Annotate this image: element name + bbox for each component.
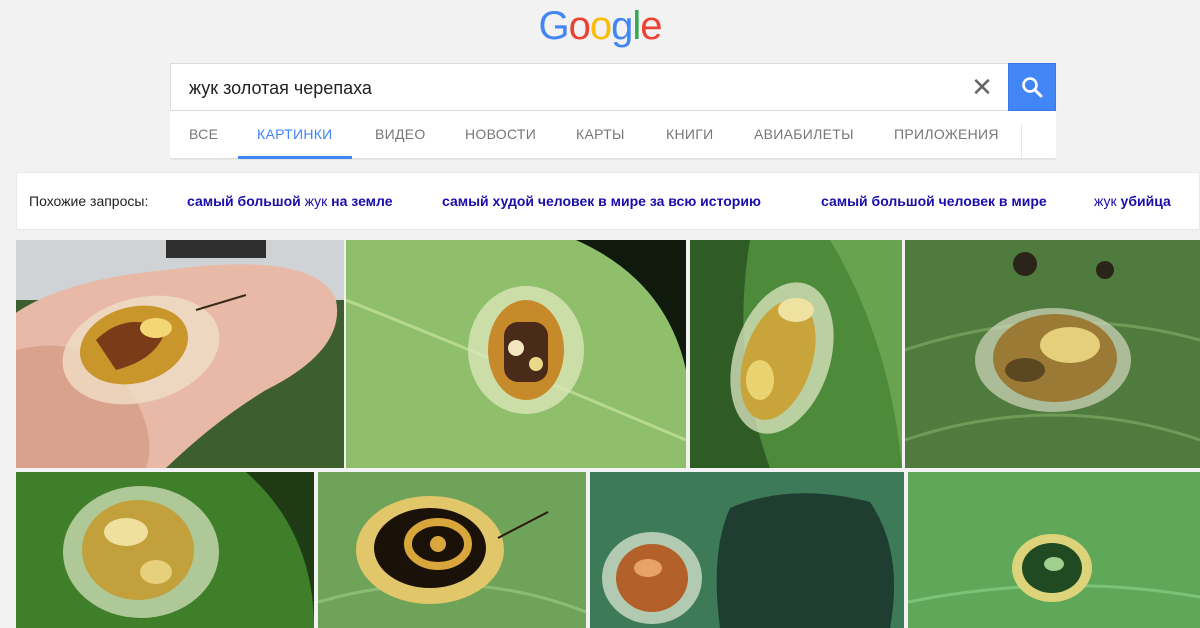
tab-images[interactable]: Картинки bbox=[238, 111, 351, 159]
google-logo[interactable]: Google bbox=[0, 4, 1200, 49]
related-search-link[interactable]: самый худой человек в мире за всю истори… bbox=[442, 193, 761, 209]
tab-apps[interactable]: Приложения bbox=[894, 111, 999, 159]
logo-letter: o bbox=[568, 4, 591, 48]
logo-letter: o bbox=[589, 4, 612, 48]
tab-flights[interactable]: Авиабилеты bbox=[754, 111, 854, 159]
logo-letter: G bbox=[538, 4, 569, 48]
beetle-image bbox=[690, 240, 902, 468]
logo-letter: g bbox=[611, 4, 633, 48]
beetle-image bbox=[590, 472, 904, 628]
tab-news[interactable]: Новости bbox=[465, 111, 536, 159]
related-part: жук bbox=[1094, 193, 1117, 209]
related-part: самый худой человек в мире за всю истори… bbox=[442, 193, 761, 209]
related-part: на земле bbox=[331, 193, 393, 209]
image-result[interactable] bbox=[16, 240, 344, 468]
beetle-image bbox=[346, 240, 686, 468]
image-result[interactable] bbox=[346, 240, 686, 468]
beetle-image bbox=[318, 472, 586, 628]
image-result[interactable] bbox=[905, 240, 1200, 468]
tabs-divider bbox=[1021, 125, 1022, 159]
tab-books[interactable]: Книги bbox=[666, 111, 713, 159]
tab-all[interactable]: Все bbox=[189, 111, 218, 159]
related-searches: Похожие запросы: самый большой жук на зе… bbox=[16, 172, 1200, 230]
related-part: жук bbox=[304, 193, 328, 209]
related-label: Похожие запросы: bbox=[29, 193, 149, 209]
beetle-image bbox=[16, 240, 344, 468]
related-search-link[interactable]: самый большой человек в мире bbox=[821, 193, 1047, 209]
logo-letter: l bbox=[632, 4, 641, 48]
search-input[interactable]: жук золотая черепаха ✕ bbox=[170, 63, 1008, 111]
search-button[interactable] bbox=[1008, 63, 1056, 111]
beetle-image bbox=[16, 472, 314, 628]
search-icon bbox=[1022, 77, 1043, 98]
tab-maps[interactable]: Карты bbox=[576, 111, 625, 159]
related-search-link[interactable]: самый большой жук на земле bbox=[187, 193, 393, 209]
related-part: самый большой человек в мире bbox=[821, 193, 1047, 209]
close-icon[interactable]: ✕ bbox=[968, 72, 996, 102]
image-result[interactable] bbox=[690, 240, 902, 468]
search-query[interactable]: жук золотая черепаха bbox=[189, 78, 372, 99]
logo-letter: e bbox=[640, 4, 662, 48]
related-search-link[interactable]: жук убийца bbox=[1094, 193, 1171, 209]
related-part: убийца bbox=[1120, 193, 1171, 209]
related-part: самый большой bbox=[187, 193, 301, 209]
image-result[interactable] bbox=[318, 472, 586, 628]
image-result[interactable] bbox=[908, 472, 1200, 628]
image-result[interactable] bbox=[590, 472, 904, 628]
image-result[interactable] bbox=[16, 472, 314, 628]
beetle-image bbox=[908, 472, 1200, 628]
tab-video[interactable]: Видео bbox=[375, 111, 426, 159]
beetle-image bbox=[905, 240, 1200, 468]
search-tabs: Все Картинки Видео Новости Карты Книги А… bbox=[170, 111, 1056, 159]
